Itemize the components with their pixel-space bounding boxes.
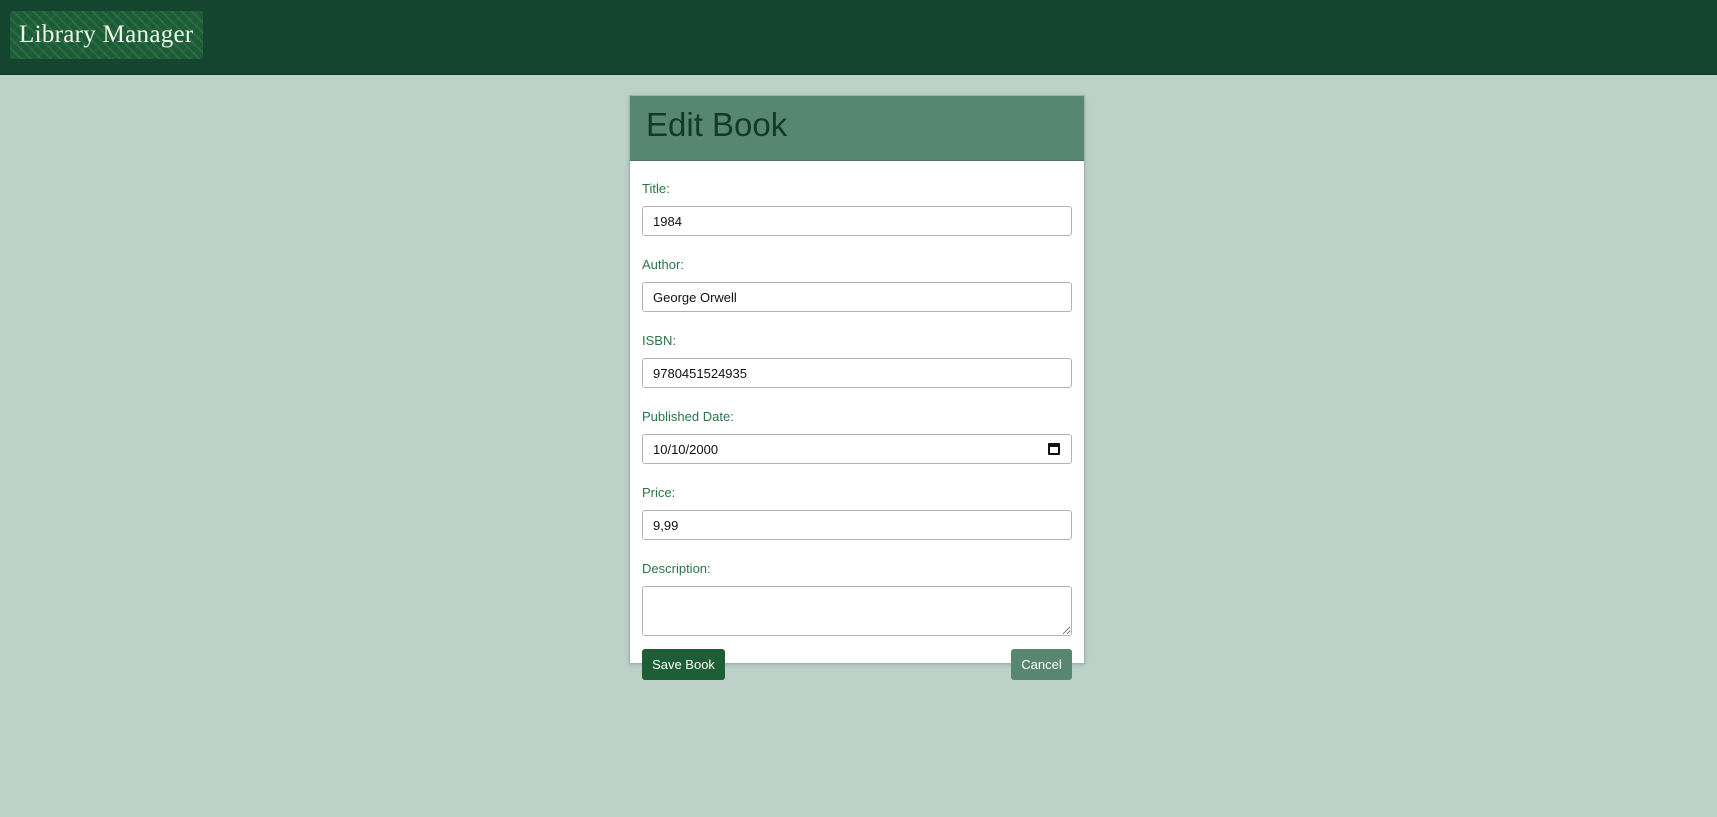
card-header: Edit Book: [630, 96, 1084, 161]
edit-book-form: Title: Author: ISBN: Published Date: Pri…: [630, 182, 1084, 680]
app-logo[interactable]: Library Manager: [10, 11, 203, 59]
price-input[interactable]: [642, 510, 1072, 540]
save-book-button[interactable]: Save Book: [642, 649, 725, 680]
app-title: Library Manager: [19, 21, 194, 48]
title-input[interactable]: [642, 206, 1072, 236]
author-label: Author:: [642, 257, 684, 272]
description-label: Description:: [642, 561, 711, 576]
description-textarea[interactable]: [642, 586, 1072, 636]
form-actions: Save Book Cancel: [642, 649, 1072, 680]
edit-book-card: Edit Book Title: Author: ISBN: Published…: [629, 95, 1085, 680]
title-label: Title:: [642, 181, 670, 196]
top-navbar: Library Manager: [0, 0, 1717, 75]
cancel-button[interactable]: Cancel: [1011, 649, 1072, 680]
isbn-input[interactable]: [642, 358, 1072, 388]
published-date-wrapper: [642, 434, 1072, 464]
published-date-input[interactable]: [642, 434, 1072, 464]
isbn-label: ISBN:: [642, 333, 676, 348]
price-label: Price:: [642, 485, 676, 500]
author-input[interactable]: [642, 282, 1072, 312]
page-title: Edit Book: [646, 106, 788, 143]
published-date-label: Published Date:: [642, 409, 734, 424]
calendar-icon[interactable]: [1048, 443, 1060, 455]
